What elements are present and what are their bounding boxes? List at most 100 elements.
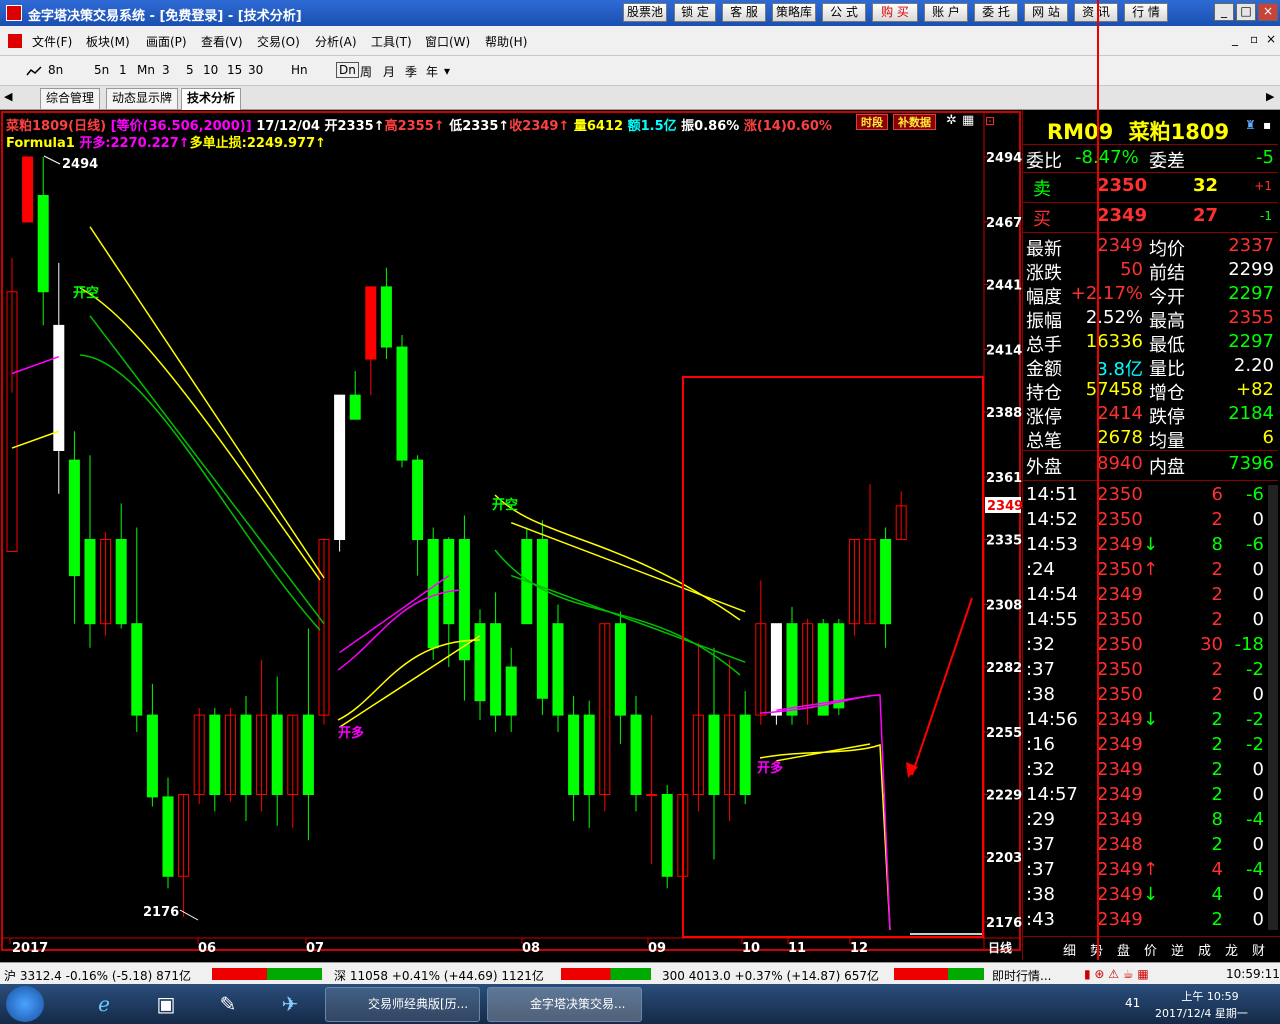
- candle-body[interactable]: [22, 156, 34, 223]
- tab-technical-analysis[interactable]: 技术分析: [181, 88, 242, 110]
- quote-tool-icon[interactable]: ♜: [1245, 118, 1256, 132]
- quote-tab-7[interactable]: 财: [1252, 940, 1265, 959]
- quote-tab-2[interactable]: 盘: [1117, 940, 1130, 959]
- candle-body[interactable]: [630, 714, 642, 796]
- quote-close-icon[interactable]: ▪: [1263, 118, 1271, 132]
- candle-body[interactable]: [505, 666, 517, 716]
- buy-row[interactable]: 买 2349 27 -1: [1023, 205, 1278, 230]
- line-chart-icon[interactable]: [26, 65, 42, 77]
- period-button-10[interactable]: Dn: [336, 62, 359, 78]
- hs300-index[interactable]: 300 4013.0 +0.37% (+14.87) 657亿: [662, 967, 879, 984]
- candle-body[interactable]: [84, 539, 96, 625]
- tick-row[interactable]: :38 2349 ↓ 4 0: [1023, 884, 1278, 908]
- title-button-3[interactable]: 策略库: [772, 3, 816, 22]
- period-button-0[interactable]: 8n: [48, 63, 63, 77]
- tick-row[interactable]: :24 2350 ↑ 2 0: [1023, 559, 1278, 583]
- period-button-2[interactable]: 1: [119, 63, 127, 77]
- candle-body[interactable]: [817, 623, 829, 716]
- candle-body[interactable]: [490, 623, 502, 716]
- status-tool-icon[interactable]: ▮ ⊛ ⚠ ☕ ▦: [1084, 967, 1149, 981]
- tab-dynamic-board[interactable]: 动态显示牌: [106, 88, 179, 109]
- tick-row[interactable]: :32 2349 2 0: [1023, 759, 1278, 783]
- candle-body[interactable]: [739, 714, 751, 796]
- candle-body[interactable]: [583, 714, 595, 796]
- menu-item-7[interactable]: 窗口(W): [425, 33, 470, 50]
- tick-row[interactable]: :37 2348 2 0: [1023, 834, 1278, 858]
- period-button-9[interactable]: Hn: [291, 63, 308, 77]
- tick-row[interactable]: 14:51 2350 6 -6: [1023, 484, 1278, 508]
- candle-body[interactable]: [271, 714, 283, 796]
- quote-tab-3[interactable]: 价: [1144, 940, 1157, 959]
- kline-chart-panel[interactable]: 2494 2467 2441 2414 2388 2361 2335 2308 2282 2255…: [0, 110, 1022, 960]
- candle-body[interactable]: [833, 623, 845, 709]
- candle-body[interactable]: [614, 623, 626, 716]
- menu-item-4[interactable]: 交易(O): [257, 33, 300, 50]
- candle-body[interactable]: [302, 714, 314, 796]
- menu-item-0[interactable]: 文件(F): [32, 33, 72, 50]
- doc-restore-button[interactable]: ▫: [1250, 32, 1258, 46]
- candle-body[interactable]: [412, 459, 424, 541]
- candle-body[interactable]: [770, 623, 782, 716]
- period-button-7[interactable]: 15: [227, 63, 242, 77]
- menu-item-3[interactable]: 查看(V): [201, 33, 243, 50]
- tab-scroll-right-icon[interactable]: ▶: [1266, 90, 1274, 103]
- doc-minimize-button[interactable]: _: [1232, 32, 1238, 46]
- tick-row[interactable]: 14:54 2349 2 0: [1023, 584, 1278, 608]
- tick-row[interactable]: :43 2349 2 0: [1023, 909, 1278, 933]
- tick-row[interactable]: :32 2350 30 -18: [1023, 634, 1278, 658]
- menu-item-1[interactable]: 板块(M): [86, 33, 130, 50]
- period-button-1[interactable]: 5n: [94, 63, 109, 77]
- tab-scroll-left-icon[interactable]: ◀: [4, 90, 12, 103]
- period-button-8[interactable]: 30: [248, 63, 263, 77]
- candle-body[interactable]: [474, 623, 486, 702]
- tick-row[interactable]: :29 2349 8 -4: [1023, 809, 1278, 833]
- toolbar-more-icon[interactable]: ▾: [444, 64, 450, 78]
- candle-body[interactable]: [349, 394, 361, 420]
- grid-icon[interactable]: ▦: [962, 113, 974, 128]
- tick-row[interactable]: 14:52 2350 2 0: [1023, 509, 1278, 533]
- tick-row[interactable]: 14:53 2349 ↓ 8 -6: [1023, 534, 1278, 558]
- period-button[interactable]: 时段: [856, 114, 888, 130]
- candle-body[interactable]: [880, 539, 892, 625]
- candle-body[interactable]: [380, 286, 392, 348]
- title-button-1[interactable]: 锁 定: [674, 3, 716, 22]
- candle-body[interactable]: [646, 794, 658, 796]
- tab-overview[interactable]: 综合管理: [40, 88, 101, 109]
- candle-body[interactable]: [334, 394, 346, 540]
- title-button-7[interactable]: 委 托: [974, 3, 1018, 22]
- period-button-13[interactable]: 季: [405, 63, 417, 80]
- candle-body[interactable]: [240, 714, 252, 796]
- tick-scrollbar[interactable]: [1268, 485, 1278, 930]
- title-button-6[interactable]: 账 户: [924, 3, 968, 22]
- candle-body[interactable]: [536, 539, 548, 699]
- title-button-10[interactable]: 行 情: [1124, 3, 1168, 22]
- tick-row[interactable]: :38 2350 2 0: [1023, 684, 1278, 708]
- axis-menu-icon[interactable]: ⊡: [985, 114, 995, 128]
- tick-row[interactable]: :16 2349 2 -2: [1023, 734, 1278, 758]
- close-button[interactable]: ×: [1258, 3, 1278, 21]
- candle-body[interactable]: [162, 796, 174, 877]
- quote-tab-5[interactable]: 成: [1198, 940, 1211, 959]
- paint-icon[interactable]: ▣: [144, 988, 188, 1020]
- menu-item-8[interactable]: 帮助(H): [485, 33, 527, 50]
- candle-body[interactable]: [115, 539, 127, 625]
- candle-body[interactable]: [37, 194, 49, 293]
- candle-body[interactable]: [708, 714, 720, 796]
- candle-body[interactable]: [146, 714, 158, 798]
- candle-body[interactable]: [443, 539, 455, 625]
- quote-tab-0[interactable]: 细: [1063, 940, 1076, 959]
- sell-row[interactable]: 卖 2350 32 +1: [1023, 175, 1278, 200]
- minimize-button[interactable]: _: [1214, 3, 1234, 21]
- fill-data-button[interactable]: 补数据: [893, 114, 936, 130]
- kline-chart[interactable]: 2494 2467 2441 2414 2388 2361 2335 2308 2282 2255…: [0, 110, 1022, 960]
- menu-item-6[interactable]: 工具(T): [371, 33, 412, 50]
- candle-body[interactable]: [209, 714, 221, 796]
- period-button-12[interactable]: 月: [383, 63, 395, 80]
- ie-icon[interactable]: ℯ: [82, 988, 126, 1020]
- gear-icon[interactable]: ✲: [946, 113, 957, 128]
- title-button-9[interactable]: 资 讯: [1074, 3, 1118, 22]
- quote-tab-4[interactable]: 逆: [1171, 940, 1184, 959]
- sh-index[interactable]: 沪 3312.4 -0.16% (-5.18) 871亿: [4, 967, 191, 984]
- title-button-2[interactable]: 客 服: [722, 3, 766, 22]
- tick-row[interactable]: :37 2350 2 -2: [1023, 659, 1278, 683]
